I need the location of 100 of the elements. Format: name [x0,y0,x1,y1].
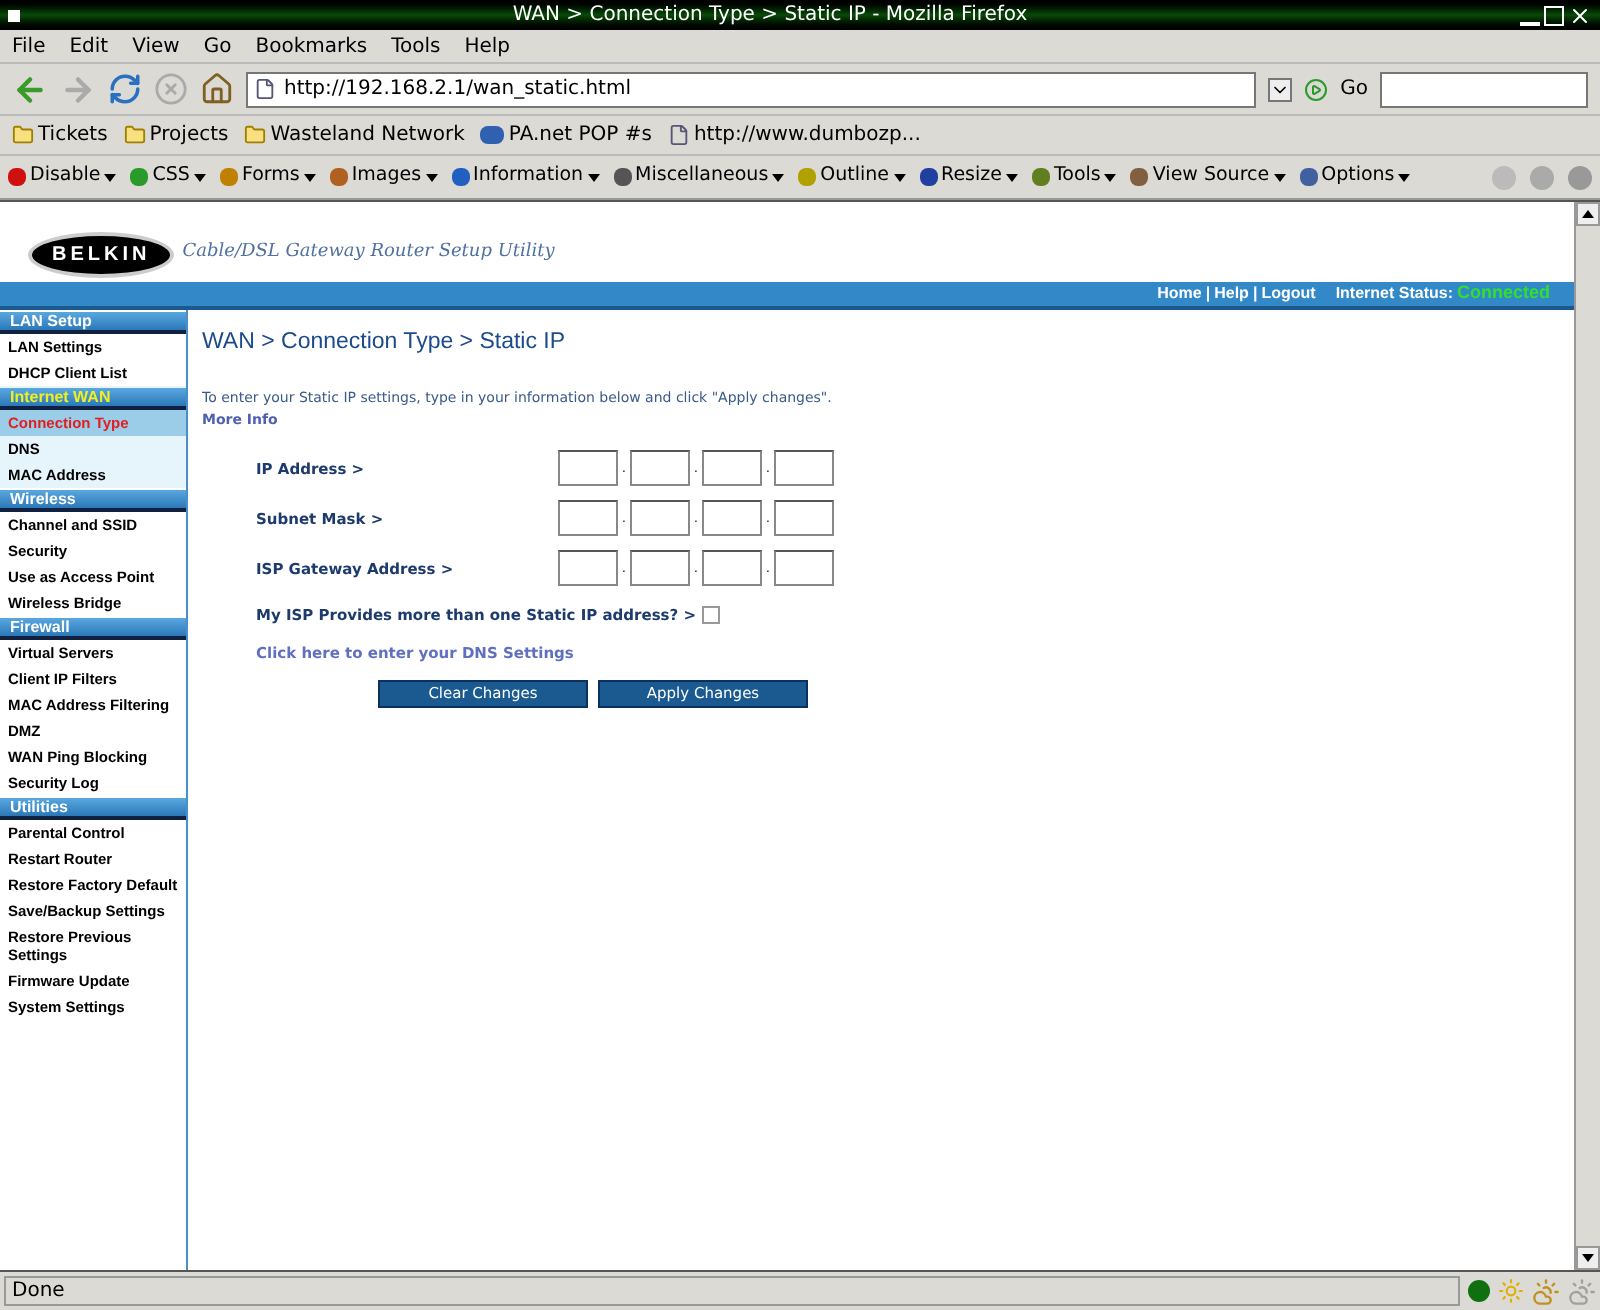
window-menu-icon[interactable] [8,9,20,21]
toolbar-icon [1031,168,1050,186]
dropdown-icon[interactable] [1268,77,1293,101]
ip-octet-field[interactable] [774,550,834,587]
home-icon[interactable] [200,72,234,106]
address-field[interactable]: http://192.168.2.1/wan_static.html [246,71,1257,107]
tagline: Cable/DSL Gateway Router Setup Utility [182,240,555,267]
toolbar-menu[interactable]: Images [351,162,422,192]
bookmark[interactable]: http://www.dumbozp... [693,120,921,150]
bookmark[interactable]: PA.net POP #s [508,120,652,150]
link-separator: | [1205,282,1211,306]
folder-icon [123,124,146,146]
toolbar-menu[interactable]: CSS [152,162,190,192]
toolbar-icon [919,168,938,186]
toolbar-icon [329,168,348,186]
toolbar-menu[interactable]: Disable [30,162,101,192]
menu-item[interactable]: Edit [69,31,109,61]
ip-octet-field[interactable] [558,500,618,537]
ip-octet-field[interactable] [630,500,690,537]
sidebar-section: LAN Setup [0,312,186,334]
sidebar-section: Internet WAN [0,388,186,410]
search-field[interactable] [1380,71,1588,107]
feed-icon [480,126,505,144]
menu-item[interactable]: Help [464,31,511,61]
status-text: Done [4,1276,1460,1306]
toolbar-menu[interactable]: Tools [1053,162,1101,192]
header-link[interactable]: Logout [1261,282,1316,306]
caret-icon [1398,173,1411,181]
go-icon[interactable] [1304,77,1329,101]
ip-octet-field[interactable] [702,450,762,487]
maximize-icon[interactable] [1544,5,1564,25]
toolbar-menu[interactable]: Information [473,162,584,192]
caret-icon [425,173,438,181]
cloud-sun-icon [1568,1277,1596,1305]
page-heading: WAN > Connection Type > Static IP [202,328,568,358]
status-label: Internet Status: [1335,282,1453,306]
ip-octet-field[interactable] [630,450,690,487]
sidebar-section: Wireless [0,490,186,512]
go-button[interactable]: Go [1340,74,1368,104]
back-icon[interactable] [12,71,48,107]
sidebar-section: Utilities [0,798,186,820]
toolbar-icon [451,168,470,186]
ip-octet-field[interactable] [774,450,834,487]
page-icon [254,78,276,100]
toolbar-icon [1299,168,1318,186]
toolbar-menu[interactable]: View Source [1152,162,1270,192]
folder-icon [12,124,34,146]
menu-item[interactable]: File [12,31,46,61]
sidebar-section: Firewall [0,618,186,640]
header-link[interactable]: Home [1157,282,1202,306]
menu-item[interactable]: Bookmarks [255,31,368,61]
toolbar-icon [8,168,26,186]
caret-icon [893,173,906,181]
sun-icon [1498,1278,1524,1304]
toolbar-menu[interactable]: Resize [941,162,1002,192]
bookmark[interactable]: Projects [149,120,229,150]
toolbar-menu[interactable]: Options [1321,162,1395,192]
toolbar-menu[interactable]: Forms [241,162,300,192]
link-separator: | [1252,282,1258,306]
caret-icon [193,173,206,181]
ip-octet-field[interactable] [702,550,762,587]
menu-item[interactable]: Go [203,31,232,61]
toolbar-icon [219,168,238,186]
connection-icon [1468,1280,1490,1302]
close-icon[interactable] [1568,3,1592,27]
caret-icon [1582,1254,1594,1262]
folder-icon [244,124,267,146]
status-value: Connected [1456,280,1550,307]
reload-icon[interactable] [108,72,142,106]
cloud-sun-icon [1532,1277,1560,1305]
caret-icon [1582,210,1594,218]
ip-octet-field[interactable] [702,500,762,537]
caret-icon [1005,173,1018,181]
checkbox[interactable] [702,606,721,625]
menu-item[interactable]: Tools [391,31,441,61]
header-link[interactable]: Help [1214,282,1249,306]
toolbar-icon [1130,168,1149,186]
toolbar-menu[interactable]: Miscellaneous [635,162,769,192]
toolbar-icon [130,168,149,186]
window-title: WAN > Connection Type > Static IP - Mozilla Firefox [510,2,1030,30]
bookmark[interactable]: Tickets [38,120,108,150]
caret-icon [587,173,600,181]
ip-octet-field[interactable] [558,450,618,487]
ip-octet-field[interactable] [558,550,618,587]
toolbar-icon [613,168,632,186]
caret-icon [1104,173,1117,181]
toolbar-menu[interactable]: Outline [820,162,890,192]
caret-icon [772,173,785,181]
caret-icon [303,173,316,181]
caret-icon [1273,173,1286,181]
menu-item[interactable]: View [132,31,180,61]
ip-octet-field[interactable] [630,550,690,587]
logo: BELKIN [28,231,175,277]
caret-icon [104,173,117,181]
scrollbar[interactable] [1574,202,1600,1270]
ip-octet-field[interactable] [774,500,834,537]
page-icon [667,124,690,146]
toolbar-icon [798,168,817,186]
url-text: http://192.168.2.1/wan_static.html [284,76,631,104]
bookmark[interactable]: Wasteland Network [270,120,465,150]
